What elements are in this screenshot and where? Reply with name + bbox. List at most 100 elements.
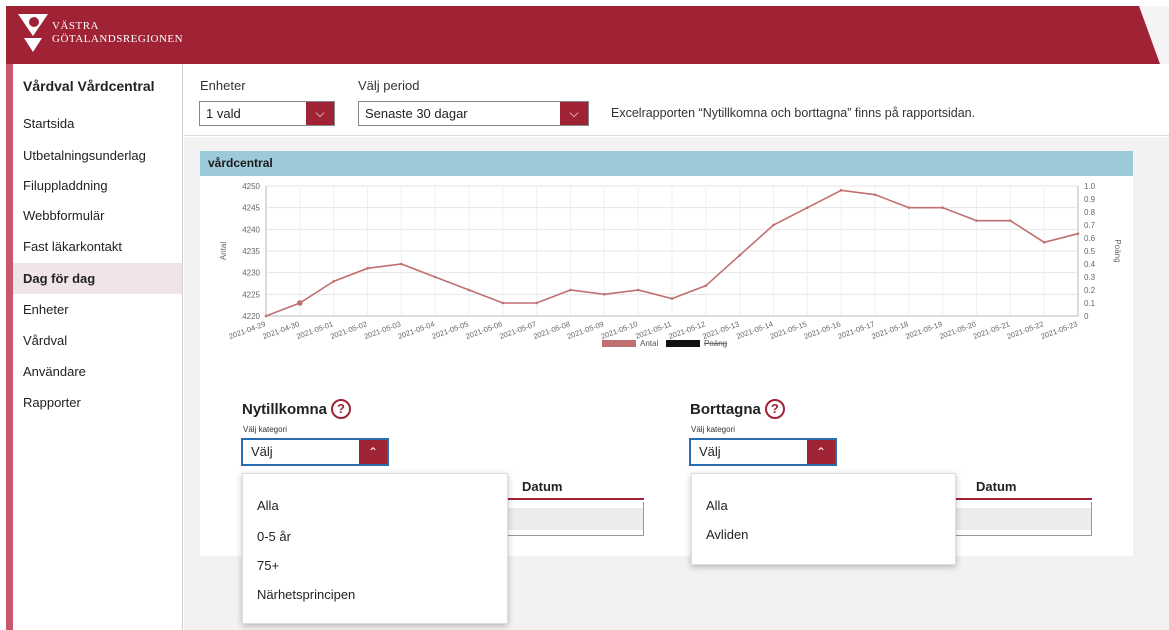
sidebar-item[interactable]: Rapporter	[13, 387, 182, 418]
y2-tick-label: 0.8	[1084, 208, 1096, 217]
data-point	[873, 193, 877, 196]
period-select-value: Senaste 30 dagar	[365, 106, 468, 121]
y-axis-label: Antal	[219, 242, 228, 260]
data-point	[366, 267, 369, 270]
dropdown-option[interactable]: 0-5 år	[257, 529, 291, 544]
vgr-logo-mark-icon	[18, 14, 48, 52]
help-icon[interactable]: ?	[764, 399, 785, 419]
nytillkomna-section: Nytillkomna ?	[242, 399, 352, 419]
x-tick-label: 2021-05-17	[837, 319, 876, 341]
data-point	[806, 206, 809, 209]
borttagna-category-select[interactable]: Välj ⌃	[689, 438, 837, 466]
top-bar-corner	[1139, 6, 1169, 64]
data-point	[704, 284, 708, 287]
data-point	[941, 206, 944, 209]
y-tick-label: 4240	[242, 225, 260, 234]
period-label: Välj period	[358, 78, 420, 93]
nytillkomna-sub-label: Välj kategori	[243, 425, 288, 434]
x-tick-label: 2021-05-06	[464, 319, 503, 341]
nytillkomna-datum-header[interactable]: Datum	[522, 479, 562, 494]
period-select[interactable]: Senaste 30 dagar ⌵	[358, 101, 589, 126]
legend-swatch-poang	[666, 340, 700, 347]
x-tick-label: 2021-05-09	[566, 319, 605, 341]
x-tick-label: 2021-04-29	[228, 319, 267, 341]
table-row	[501, 508, 643, 530]
units-select-value: 1 vald	[206, 106, 241, 121]
y-tick-label: 4235	[242, 247, 260, 256]
x-tick-label: 2021-05-21	[972, 319, 1011, 341]
y2-tick-label: 0.3	[1084, 273, 1096, 282]
excel-note: Excelrapporten “Nytillkomna och borttagn…	[611, 106, 976, 120]
chevron-up-icon[interactable]: ⌃	[807, 440, 835, 464]
borttagna-title: Borttagna	[690, 400, 761, 418]
borttagna-sub-label: Välj kategori	[691, 425, 736, 434]
units-label: Enheter	[200, 78, 246, 93]
nytillkomna-dropdown-menu: Alla 0-5 år 75+ Närhetsprincipen	[242, 473, 508, 624]
sidebar-item[interactable]: Dag för dag	[13, 263, 182, 294]
vgr-logo[interactable]: VÄSTRA GÖTALANDSREGIONEN	[18, 12, 208, 58]
x-tick-label: 2021-05-10	[600, 319, 639, 341]
sidebar-item[interactable]: Användare	[13, 356, 182, 387]
data-point	[839, 189, 843, 192]
data-point	[467, 288, 471, 292]
x-tick-label: 2021-05-12	[667, 319, 706, 341]
data-point	[400, 262, 403, 266]
data-point	[501, 301, 505, 305]
dropdown-option[interactable]: Avliden	[706, 527, 748, 542]
y2-axis-label: Poäng	[1113, 239, 1122, 262]
sidebar-item[interactable]: Enheter	[13, 294, 182, 325]
table-row	[951, 508, 1091, 530]
line-chart: 4220 4225 4230 4235 4240 4245 4250 0 0.1 0.2 0.3 0.…	[219, 182, 1122, 348]
x-tick-label: 2021-05-05	[431, 319, 470, 341]
x-tick-label: 2021-05-01	[295, 319, 334, 341]
dropdown-option[interactable]: Alla	[706, 498, 728, 513]
logo-text: VÄSTRA GÖTALANDSREGIONEN	[52, 20, 183, 46]
data-point	[1042, 241, 1046, 244]
logo-line1: VÄSTRA	[52, 20, 100, 32]
y-tick-label: 4245	[242, 204, 260, 213]
help-icon[interactable]: ?	[331, 399, 352, 419]
top-bar: VÄSTRA GÖTALANDSREGIONEN	[6, 6, 1169, 64]
y-tick-label: 4230	[242, 269, 260, 278]
y2-tick-label: 0.5	[1084, 247, 1096, 256]
nytillkomna-category-select[interactable]: Välj ⌃	[241, 438, 389, 466]
sidebar-item[interactable]: Fast läkarkontakt	[13, 231, 182, 262]
units-select[interactable]: 1 vald ⌵	[199, 101, 335, 126]
sidebar-item[interactable]: Filuppladdning	[13, 170, 182, 201]
chevron-up-icon[interactable]: ⌃	[359, 440, 387, 464]
x-tick-label: 2021-05-19	[904, 319, 943, 341]
dropdown-option[interactable]: 75+	[257, 558, 279, 573]
legend-label-antal: Antal	[640, 339, 658, 348]
sidebar-title: Vårdval Vårdcentral	[23, 78, 155, 94]
x-tick-label: 2021-05-23	[1040, 319, 1079, 341]
dropdown-option[interactable]: Alla	[257, 498, 279, 513]
x-tick-label: 2021-04-30	[261, 319, 300, 341]
data-point	[264, 314, 268, 318]
data-point	[738, 254, 741, 257]
sidebar-item[interactable]: Utbetalningsunderlag	[13, 140, 182, 171]
y2-tick-label: 1.0	[1084, 182, 1096, 191]
data-point	[332, 280, 335, 283]
chevron-down-icon[interactable]: ⌵	[306, 102, 334, 125]
data-point	[603, 293, 606, 296]
data-point	[636, 288, 640, 292]
sidebar-stripe	[6, 64, 13, 630]
sidebar-item[interactable]: Vårdval	[13, 325, 182, 356]
y2-tick-label: 0.1	[1084, 299, 1096, 308]
x-tick-label: 2021-05-08	[532, 319, 571, 341]
chevron-down-icon[interactable]: ⌵	[560, 102, 588, 125]
x-tick-label: 2021-05-11	[634, 319, 673, 340]
dropdown-option[interactable]: Närhetsprincipen	[257, 587, 355, 602]
borttagna-datum-header[interactable]: Datum	[976, 479, 1016, 494]
borttagna-table-header: Datum	[950, 476, 1092, 500]
data-point	[670, 297, 674, 300]
filter-bar: Enheter 1 vald ⌵ Välj period Senaste 30 …	[184, 64, 1169, 136]
data-point	[433, 275, 437, 279]
sidebar-item[interactable]: Webbformulär	[13, 200, 182, 231]
x-tick-label: 2021-05-20	[938, 319, 977, 341]
data-point	[569, 288, 572, 292]
x-tick-label: 2021-05-22	[1006, 319, 1045, 341]
sidebar-item[interactable]: Startsida	[13, 108, 182, 139]
nytillkomna-select-value: Välj	[251, 444, 273, 459]
x-tick-label: 2021-05-04	[397, 319, 436, 341]
